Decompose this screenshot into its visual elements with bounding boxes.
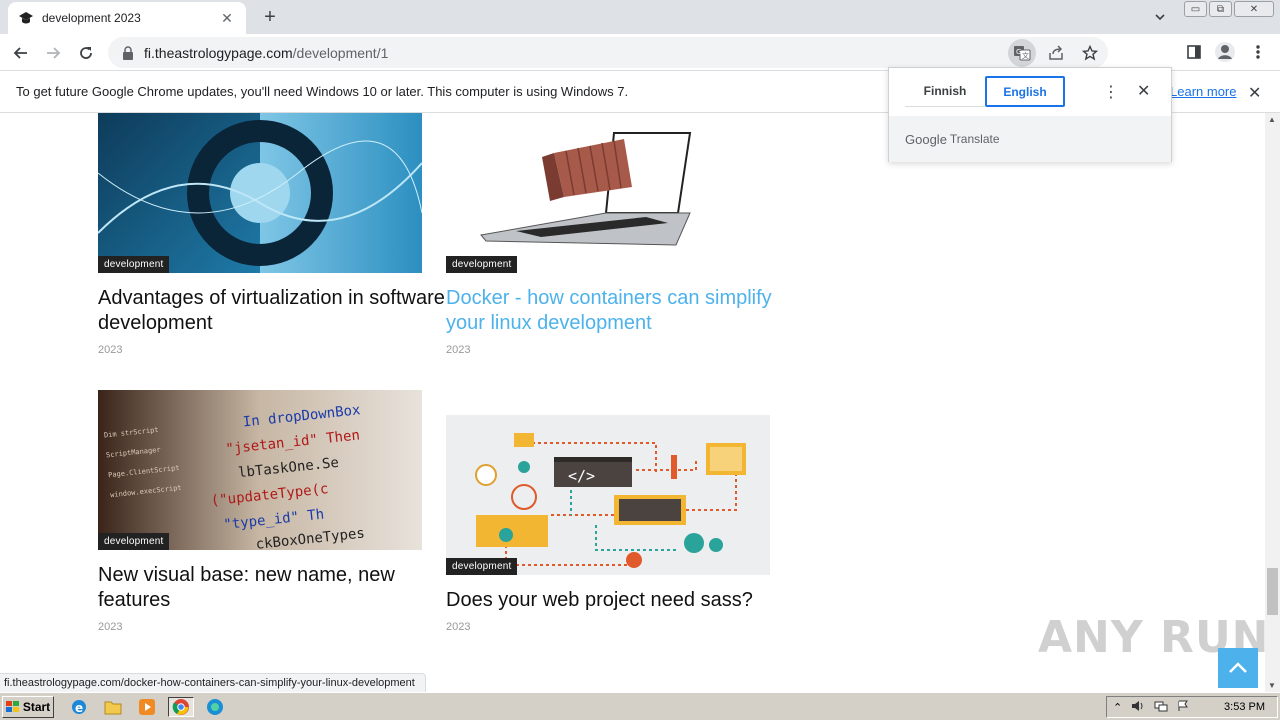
svg-text:文: 文 [1022, 51, 1029, 60]
browser-toolbar: fi.theastrologypage.com/development/1 G文 [0, 34, 1280, 71]
article-thumbnail[interactable]: development [446, 113, 770, 273]
page-content: development Advantages of virtualization… [0, 113, 1265, 692]
tray-expand-icon[interactable]: ⌃ [1113, 701, 1122, 714]
article-year: 2023 [446, 621, 471, 633]
windows-logo-icon [5, 701, 19, 712]
translate-options-icon[interactable]: ⋮ [1103, 82, 1119, 102]
scroll-up-arrow-icon[interactable]: ▲ [1268, 115, 1276, 124]
restore-button[interactable]: ⧉ [1209, 1, 1232, 17]
action-center-flag-icon[interactable] [1177, 700, 1189, 715]
svg-text:G: G [1016, 48, 1021, 56]
chrome-menu-icon[interactable] [1244, 38, 1272, 66]
window-close-button[interactable]: ✕ [1234, 1, 1274, 17]
reload-icon[interactable] [73, 40, 99, 66]
tab-close-icon[interactable]: ✕ [218, 10, 236, 27]
category-badge[interactable]: development [446, 558, 518, 575]
article-title-hovered[interactable]: Docker - how containers can simplify you… [446, 286, 806, 336]
article-thumbnail[interactable]: development [98, 113, 422, 273]
url-path: /development/1 [292, 44, 389, 61]
window-controls: ▭ ⧉ ✕ [1184, 1, 1274, 17]
omnibox-actions: G文 [1008, 37, 1108, 68]
file-explorer-icon[interactable] [102, 697, 124, 717]
tab-strip: development 2023 ✕ + ▭ ⧉ ✕ [0, 0, 1280, 34]
article-year: 2023 [98, 621, 123, 633]
windows-taskbar: Start e ⌃ 3:53 PM [0, 692, 1280, 720]
virtualization-image [98, 113, 422, 273]
new-tab-button[interactable]: + [258, 5, 282, 29]
forward-arrow-icon[interactable] [40, 40, 66, 66]
address-bar[interactable]: fi.theastrologypage.com/development/1 G文 [108, 37, 1108, 68]
language-tabs: Finnish English [905, 76, 1065, 107]
category-badge[interactable]: development [98, 256, 170, 273]
browser-tab[interactable]: development 2023 ✕ [8, 2, 246, 34]
web-project-illustration: </> [446, 415, 770, 575]
graduation-cap-icon [18, 10, 34, 26]
share-icon[interactable] [1042, 39, 1070, 67]
source-language-tab[interactable]: Finnish [905, 76, 985, 107]
back-to-top-button[interactable] [1218, 648, 1258, 688]
code-screen-image: In dropDownBox "jsetan_id" Then lbTaskOn… [98, 390, 422, 550]
internet-explorer-icon[interactable]: e [68, 697, 90, 717]
category-badge[interactable]: development [98, 533, 170, 550]
docker-laptop-image [446, 113, 770, 273]
media-player-icon[interactable] [136, 697, 158, 717]
profile-avatar-icon[interactable] [1211, 38, 1239, 66]
tab-search-icon[interactable] [1150, 7, 1170, 27]
svg-text:</>: </> [568, 467, 595, 485]
article-title[interactable]: New visual base: new name, new features [98, 563, 458, 613]
start-button[interactable]: Start [2, 696, 54, 718]
side-panel-icon[interactable] [1180, 38, 1208, 66]
bookmark-star-icon[interactable] [1076, 39, 1104, 67]
article-thumbnail[interactable]: </> development [446, 415, 770, 575]
url-text: fi.theastrologypage.com/development/1 [144, 45, 388, 61]
google-brand: Google [905, 131, 947, 147]
volume-icon[interactable] [1131, 700, 1145, 715]
network-icon[interactable] [1154, 700, 1168, 715]
edge-icon[interactable] [204, 697, 226, 717]
translate-close-icon[interactable]: ✕ [1137, 81, 1150, 101]
article-thumbnail[interactable]: In dropDownBox "jsetan_id" Then lbTaskOn… [98, 390, 422, 550]
scroll-down-arrow-icon[interactable]: ▼ [1268, 681, 1276, 690]
translate-popup: Finnish English ⋮ ✕ Google Translate [888, 67, 1172, 162]
page-scrollbar[interactable]: ▲ ▼ [1265, 113, 1280, 692]
chrome-taskbar-icon[interactable] [168, 697, 194, 717]
article-year: 2023 [98, 344, 123, 356]
url-host: fi.theastrologypage.com [144, 44, 293, 61]
learn-more-link[interactable]: Learn more [1170, 84, 1236, 99]
article-title[interactable]: Advantages of virtualization in software… [98, 286, 458, 336]
translate-icon[interactable]: G文 [1008, 38, 1036, 67]
start-label: Start [22, 700, 51, 714]
status-url-bubble: fi.theastrologypage.com/docker-how-conta… [0, 673, 426, 692]
tab-title: development 2023 [42, 11, 141, 25]
svg-text:e: e [75, 701, 83, 715]
back-arrow-icon[interactable] [8, 40, 34, 66]
taskbar-clock[interactable]: 3:53 PM [1224, 701, 1265, 713]
translate-footer: Google Translate [889, 116, 1171, 162]
category-badge[interactable]: development [446, 256, 518, 273]
infobar-close-icon[interactable]: ✕ [1248, 83, 1261, 103]
article-title[interactable]: Does your web project need sass? [446, 588, 806, 613]
translate-brand: Translate [949, 132, 1000, 146]
article-year: 2023 [446, 344, 471, 356]
scroll-thumb[interactable] [1267, 568, 1278, 615]
system-tray: ⌃ 3:53 PM [1106, 696, 1278, 718]
chevron-up-icon [1229, 662, 1247, 673]
target-language-tab[interactable]: English [985, 76, 1065, 107]
infobar-message: To get future Google Chrome updates, you… [16, 84, 629, 99]
minimize-button[interactable]: ▭ [1184, 1, 1207, 17]
lock-icon[interactable] [122, 45, 134, 60]
